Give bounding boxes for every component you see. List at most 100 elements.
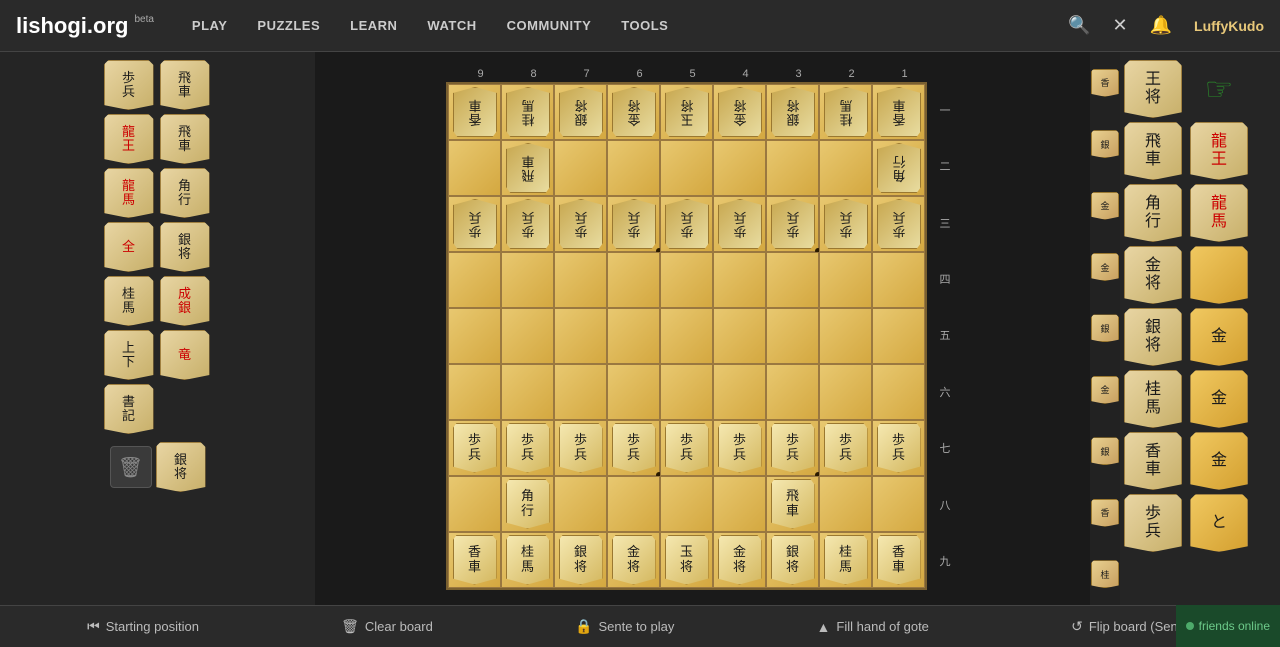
left-piece-13[interactable]: 書記 bbox=[104, 384, 154, 434]
side-piece-2[interactable]: 銀 bbox=[1091, 130, 1119, 158]
board-piece-r8-c5[interactable]: 金 将 bbox=[718, 535, 762, 585]
board-cell-r0-c2[interactable]: 銀 将 bbox=[554, 84, 607, 140]
board-cell-r2-c5[interactable]: 歩 兵 bbox=[713, 196, 766, 252]
side-piece-5[interactable]: 銀 bbox=[1091, 314, 1119, 342]
close-icon[interactable]: ✕ bbox=[1109, 11, 1132, 40]
board-cell-r6-c7[interactable]: 歩 兵 bbox=[819, 420, 872, 476]
board-cell-r5-c4[interactable] bbox=[660, 364, 713, 420]
left-extra-piece[interactable]: 銀将 bbox=[156, 442, 206, 492]
board-cell-r2-c8[interactable]: 歩 兵 bbox=[872, 196, 925, 252]
left-piece-7[interactable]: 全 bbox=[104, 222, 154, 272]
board-cell-r3-c2[interactable] bbox=[554, 252, 607, 308]
right-piece-bishop[interactable]: 角行 bbox=[1124, 184, 1182, 242]
board-cell-r4-c6[interactable] bbox=[766, 308, 819, 364]
board-cell-r6-c4[interactable]: 歩 兵 bbox=[660, 420, 713, 476]
board-piece-r8-c1[interactable]: 桂 馬 bbox=[506, 535, 550, 585]
board-cell-r3-c3[interactable] bbox=[607, 252, 660, 308]
board-cell-r8-c3[interactable]: 金 将 bbox=[607, 532, 660, 588]
right-piece-gold-accent1[interactable] bbox=[1190, 246, 1248, 304]
board-cell-r4-c2[interactable] bbox=[554, 308, 607, 364]
board-cell-r3-c1[interactable] bbox=[501, 252, 554, 308]
left-piece-9[interactable]: 桂馬 bbox=[104, 276, 154, 326]
board-cell-r0-c3[interactable]: 金 将 bbox=[607, 84, 660, 140]
left-piece-1[interactable]: 歩兵 bbox=[104, 60, 154, 110]
board-piece-r8-c8[interactable]: 香 車 bbox=[877, 535, 921, 585]
board-cell-r4-c0[interactable] bbox=[448, 308, 501, 364]
board-piece-r2-c5[interactable]: 歩 兵 bbox=[718, 199, 762, 249]
board-cell-r8-c2[interactable]: 銀 将 bbox=[554, 532, 607, 588]
board-cell-r1-c8[interactable]: 角 行 bbox=[872, 140, 925, 196]
board-cell-r3-c7[interactable] bbox=[819, 252, 872, 308]
board-cell-r0-c4[interactable]: 玉 将 bbox=[660, 84, 713, 140]
board-cell-r5-c2[interactable] bbox=[554, 364, 607, 420]
board-cell-r8-c8[interactable]: 香 車 bbox=[872, 532, 925, 588]
left-piece-4[interactable]: 飛車 bbox=[160, 114, 210, 164]
board-piece-r8-c6[interactable]: 銀 将 bbox=[771, 535, 815, 585]
board-cell-r8-c5[interactable]: 金 将 bbox=[713, 532, 766, 588]
board-cell-r7-c5[interactable] bbox=[713, 476, 766, 532]
board-cell-r2-c7[interactable]: 歩 兵 bbox=[819, 196, 872, 252]
nav-tools[interactable]: TOOLS bbox=[607, 10, 682, 41]
board-cell-r4-c1[interactable] bbox=[501, 308, 554, 364]
site-logo[interactable]: lishogi.org bbox=[16, 13, 128, 39]
side-piece-3[interactable]: 金 bbox=[1091, 192, 1119, 220]
notification-icon[interactable]: 🔔 bbox=[1146, 11, 1176, 40]
board-piece-r2-c1[interactable]: 歩 兵 bbox=[506, 199, 550, 249]
board-cell-r2-c1[interactable]: 歩 兵 bbox=[501, 196, 554, 252]
left-piece-2[interactable]: 飛車 bbox=[160, 60, 210, 110]
board-cell-r2-c0[interactable]: 歩 兵 bbox=[448, 196, 501, 252]
board-cell-r4-c3[interactable] bbox=[607, 308, 660, 364]
right-piece-rook[interactable]: 飛車 bbox=[1124, 122, 1182, 180]
left-piece-6[interactable]: 角行 bbox=[160, 168, 210, 218]
username[interactable]: LuffyKudo bbox=[1194, 18, 1264, 34]
board-piece-r8-c7[interactable]: 桂 馬 bbox=[824, 535, 868, 585]
right-piece-lance[interactable]: 香車 bbox=[1124, 432, 1182, 490]
board-cell-r6-c3[interactable]: 歩 兵 bbox=[607, 420, 660, 476]
board-cell-r6-c0[interactable]: 歩 兵 bbox=[448, 420, 501, 476]
board-cell-r3-c0[interactable] bbox=[448, 252, 501, 308]
board-piece-r0-c7[interactable]: 桂 馬 bbox=[824, 87, 868, 137]
board-cell-r7-c3[interactable] bbox=[607, 476, 660, 532]
board-piece-r2-c7[interactable]: 歩 兵 bbox=[824, 199, 868, 249]
board-piece-r7-c6[interactable]: 飛 車 bbox=[771, 479, 815, 529]
nav-play[interactable]: PLAY bbox=[178, 10, 241, 41]
nav-learn[interactable]: LEARN bbox=[336, 10, 411, 41]
board-piece-r0-c8[interactable]: 香 車 bbox=[877, 87, 921, 137]
board-cell-r0-c8[interactable]: 香 車 bbox=[872, 84, 925, 140]
board-cell-r1-c6[interactable] bbox=[766, 140, 819, 196]
board-cell-r5-c5[interactable] bbox=[713, 364, 766, 420]
board-piece-r2-c4[interactable]: 歩 兵 bbox=[665, 199, 709, 249]
side-piece-7[interactable]: 銀 bbox=[1091, 437, 1119, 465]
board-cell-r8-c6[interactable]: 銀 将 bbox=[766, 532, 819, 588]
board-cell-r6-c1[interactable]: 歩 兵 bbox=[501, 420, 554, 476]
left-piece-3[interactable]: 龍王 bbox=[104, 114, 154, 164]
board-piece-r8-c0[interactable]: 香 車 bbox=[453, 535, 497, 585]
board-cell-r2-c3[interactable]: 歩 兵 bbox=[607, 196, 660, 252]
board-piece-r1-c8[interactable]: 角 行 bbox=[877, 143, 921, 193]
fill-hand-button[interactable]: ▲ Fill hand of gote bbox=[807, 613, 939, 641]
side-piece-6[interactable]: 金 bbox=[1091, 376, 1119, 404]
board-piece-r2-c6[interactable]: 歩 兵 bbox=[771, 199, 815, 249]
left-piece-11[interactable]: 上下 bbox=[104, 330, 154, 380]
board-cell-r0-c5[interactable]: 金 将 bbox=[713, 84, 766, 140]
board-piece-r6-c6[interactable]: 歩 兵 bbox=[771, 423, 815, 473]
board-piece-r0-c2[interactable]: 銀 将 bbox=[559, 87, 603, 137]
board-cell-r4-c4[interactable] bbox=[660, 308, 713, 364]
board-cell-r7-c8[interactable] bbox=[872, 476, 925, 532]
left-piece-12[interactable]: 竜 bbox=[160, 330, 210, 380]
board-cell-r2-c4[interactable]: 歩 兵 bbox=[660, 196, 713, 252]
board-cell-r2-c2[interactable]: 歩 兵 bbox=[554, 196, 607, 252]
board-piece-r6-c0[interactable]: 歩 兵 bbox=[453, 423, 497, 473]
board-cell-r8-c1[interactable]: 桂 馬 bbox=[501, 532, 554, 588]
board-cell-r1-c1[interactable]: 飛 車 bbox=[501, 140, 554, 196]
board-cell-r3-c4[interactable] bbox=[660, 252, 713, 308]
board-cell-r7-c1[interactable]: 角 行 bbox=[501, 476, 554, 532]
nav-community[interactable]: COMMUNITY bbox=[493, 10, 606, 41]
board-piece-r6-c7[interactable]: 歩 兵 bbox=[824, 423, 868, 473]
board-cell-r1-c5[interactable] bbox=[713, 140, 766, 196]
board-cell-r1-c3[interactable] bbox=[607, 140, 660, 196]
trash-button[interactable]: 🗑 bbox=[110, 446, 152, 488]
board-cell-r5-c3[interactable] bbox=[607, 364, 660, 420]
board-cell-r5-c8[interactable] bbox=[872, 364, 925, 420]
board-piece-r0-c6[interactable]: 銀 将 bbox=[771, 87, 815, 137]
